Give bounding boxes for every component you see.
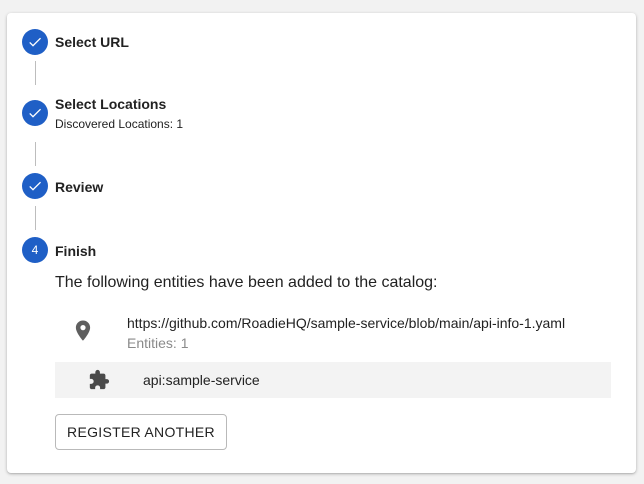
step-1-title: Select URL xyxy=(55,34,129,50)
stepper-card: Select URL Select Locations Discovered L… xyxy=(7,13,636,473)
step-connector-1 xyxy=(35,61,36,85)
step-connector-3 xyxy=(35,206,36,230)
entity-row[interactable]: api:sample-service xyxy=(55,362,611,398)
step-connector-2 xyxy=(35,142,36,166)
step-4-number: 4 xyxy=(31,243,39,257)
finish-message: The following entities have been added t… xyxy=(55,274,438,291)
step-2-check-icon xyxy=(22,100,48,126)
location-entity-count: Entities: 1 xyxy=(127,335,189,351)
step-3-check-icon xyxy=(22,173,48,199)
location-url[interactable]: https://github.com/RoadieHQ/sample-servi… xyxy=(127,315,565,331)
register-another-button[interactable]: REGISTER ANOTHER xyxy=(55,414,227,450)
entity-name: api:sample-service xyxy=(143,372,260,388)
location-pin-icon xyxy=(74,319,92,343)
step-4-title: Finish xyxy=(55,243,97,259)
step-2-title: Select Locations xyxy=(55,96,167,112)
step-4-number-icon: 4 xyxy=(22,237,48,263)
step-1-check-icon xyxy=(22,29,48,55)
step-2-subtitle: Discovered Locations: 1 xyxy=(55,117,184,131)
step-3-title: Review xyxy=(55,179,104,195)
puzzle-piece-icon xyxy=(88,369,110,391)
